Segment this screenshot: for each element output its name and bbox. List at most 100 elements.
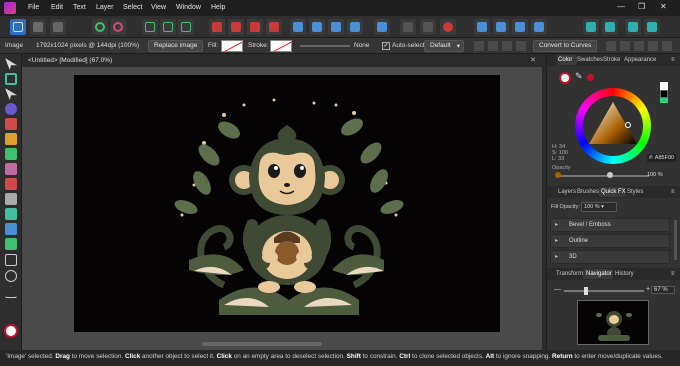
stroke-width-slider[interactable] [300, 45, 350, 47]
corner-tool-icon[interactable] [5, 103, 17, 115]
settings-icon[interactable] [92, 19, 108, 35]
panel-menu-icon[interactable]: ≡ [671, 57, 675, 63]
stroke-width-value[interactable]: None [354, 42, 370, 49]
menu-layer[interactable]: Layer [96, 4, 114, 11]
rotate-cw-icon[interactable] [620, 41, 630, 51]
menu-file[interactable]: File [28, 4, 39, 11]
zoom-slider[interactable] [564, 287, 644, 295]
tab-quick-fx[interactable]: Quick FX [601, 189, 626, 195]
pencil-tool-icon[interactable] [5, 133, 17, 145]
rectangle-tool-icon[interactable] [5, 254, 17, 266]
ellipse-tool-icon[interactable] [5, 270, 17, 282]
pixel-persona-icon[interactable] [30, 19, 46, 35]
snapping-icon[interactable] [110, 19, 126, 35]
zoom-field[interactable]: 67 % [651, 286, 675, 294]
color-picker-handle[interactable] [625, 122, 631, 128]
chevron-right-icon[interactable]: ▸ [555, 253, 558, 260]
minimize-icon[interactable]: — [617, 2, 625, 11]
tab-styles[interactable]: Styles [627, 189, 643, 195]
menu-edit[interactable]: Edit [51, 4, 63, 11]
eyedropper-icon[interactable]: ✎ [575, 71, 583, 82]
layer-up-icon[interactable] [512, 19, 528, 35]
align-left-icon[interactable] [474, 41, 484, 51]
rotate-left-icon[interactable] [328, 19, 344, 35]
flip-h-icon[interactable] [634, 41, 644, 51]
distribute-icon[interactable] [493, 19, 509, 35]
fill-stroke-selector-icon[interactable] [4, 324, 18, 338]
fx-3d[interactable]: ▸ 3D [550, 250, 670, 264]
opacity-value[interactable]: 100 % [647, 172, 663, 178]
vector-brush-tool-icon[interactable] [5, 148, 17, 160]
chevron-right-icon[interactable]: ▸ [555, 221, 558, 228]
pixel-tool-icon[interactable] [5, 193, 17, 205]
menu-window[interactable]: Window [176, 4, 201, 11]
flip-vertical-icon[interactable] [309, 19, 325, 35]
transparency-tool-icon[interactable] [5, 208, 17, 220]
white-swatch[interactable] [660, 82, 668, 90]
menu-help[interactable]: Help [211, 4, 225, 11]
convert-to-curves-button[interactable]: Convert to Curves [533, 40, 598, 52]
insert-behind-icon[interactable] [420, 19, 436, 35]
close-document-icon[interactable]: ✕ [530, 56, 536, 64]
layer-down-icon[interactable] [531, 19, 547, 35]
panel-menu-icon[interactable]: ≡ [671, 189, 675, 195]
arrange-icon[interactable] [374, 19, 390, 35]
align-right-icon[interactable] [502, 41, 512, 51]
tab-layers[interactable]: Layers [558, 189, 576, 195]
assistant-icon[interactable] [583, 19, 599, 35]
auto-select-checkbox[interactable]: ✓ [382, 42, 390, 50]
replace-image-button[interactable]: Replace image [148, 40, 204, 52]
fill-tool-icon[interactable] [5, 163, 17, 175]
menu-view[interactable]: View [151, 4, 166, 11]
flip-v-icon[interactable] [648, 41, 658, 51]
mask-icon[interactable] [440, 19, 456, 35]
tab-brushes[interactable]: Brushes [577, 189, 599, 195]
tab-history[interactable]: History [615, 271, 634, 277]
grid-icon[interactable] [142, 19, 158, 35]
hex-field[interactable]: #: A85F00 [647, 154, 677, 162]
crop-tool-icon[interactable] [5, 238, 17, 250]
close-icon[interactable]: ✕ [660, 2, 667, 11]
horizontal-scrollbar[interactable] [202, 342, 322, 346]
rotate-right-icon[interactable] [347, 19, 363, 35]
zoom-out-icon[interactable]: — [554, 286, 561, 293]
opacity-slider[interactable] [557, 175, 649, 177]
tab-stroke[interactable]: Stroke [603, 57, 620, 63]
insert-target-icon[interactable] [400, 19, 416, 35]
chevron-right-icon[interactable]: ▸ [555, 237, 558, 244]
stroke-color-well[interactable] [587, 74, 594, 81]
tab-appearance[interactable]: Appearance [624, 57, 656, 63]
align-center-icon[interactable] [488, 41, 498, 51]
rotate-ccw-icon[interactable] [606, 41, 616, 51]
export-persona-icon[interactable] [50, 19, 66, 35]
tab-color[interactable]: Color [558, 57, 572, 63]
boolean-subtract-icon[interactable] [247, 19, 263, 35]
color-wheel[interactable] [575, 88, 651, 164]
view-mode-icon[interactable] [625, 19, 641, 35]
document-tab[interactable]: <Untitled> [Modified] (67.0%) ✕ [22, 55, 542, 67]
flip-horizontal-icon[interactable] [290, 19, 306, 35]
panel-menu-icon[interactable]: ≡ [671, 271, 675, 277]
menu-select[interactable]: Select [123, 4, 142, 11]
opacity-slider-handle[interactable] [607, 172, 613, 178]
boolean-intersect-icon[interactable] [266, 19, 282, 35]
fx-outline[interactable]: ▸ Outline [550, 234, 670, 248]
triangle-tool-icon[interactable] [5, 286, 17, 298]
tab-transform[interactable]: Transform [556, 271, 583, 277]
navigator-preview[interactable] [577, 300, 649, 345]
tab-navigator[interactable]: Navigator [586, 271, 612, 277]
recent-swatch[interactable] [660, 98, 668, 103]
zoom-slider-handle[interactable] [584, 287, 588, 295]
transform-icon[interactable] [474, 19, 490, 35]
rulers-icon[interactable] [178, 19, 194, 35]
stroke-swatch[interactable] [270, 40, 292, 52]
boolean-add-icon[interactable] [228, 19, 244, 35]
align-icon[interactable] [209, 19, 225, 35]
fx-bevel-emboss[interactable]: ▸ Bevel / Emboss [550, 218, 670, 232]
studio-icon[interactable] [602, 19, 618, 35]
canvas-area[interactable] [22, 67, 542, 350]
restore-icon[interactable]: ❐ [638, 2, 645, 11]
black-swatch[interactable] [660, 90, 668, 98]
fill-opacity-field[interactable]: 100 % ▾ [581, 202, 617, 212]
auto-select-dropdown[interactable]: Default ▾ [424, 40, 464, 52]
